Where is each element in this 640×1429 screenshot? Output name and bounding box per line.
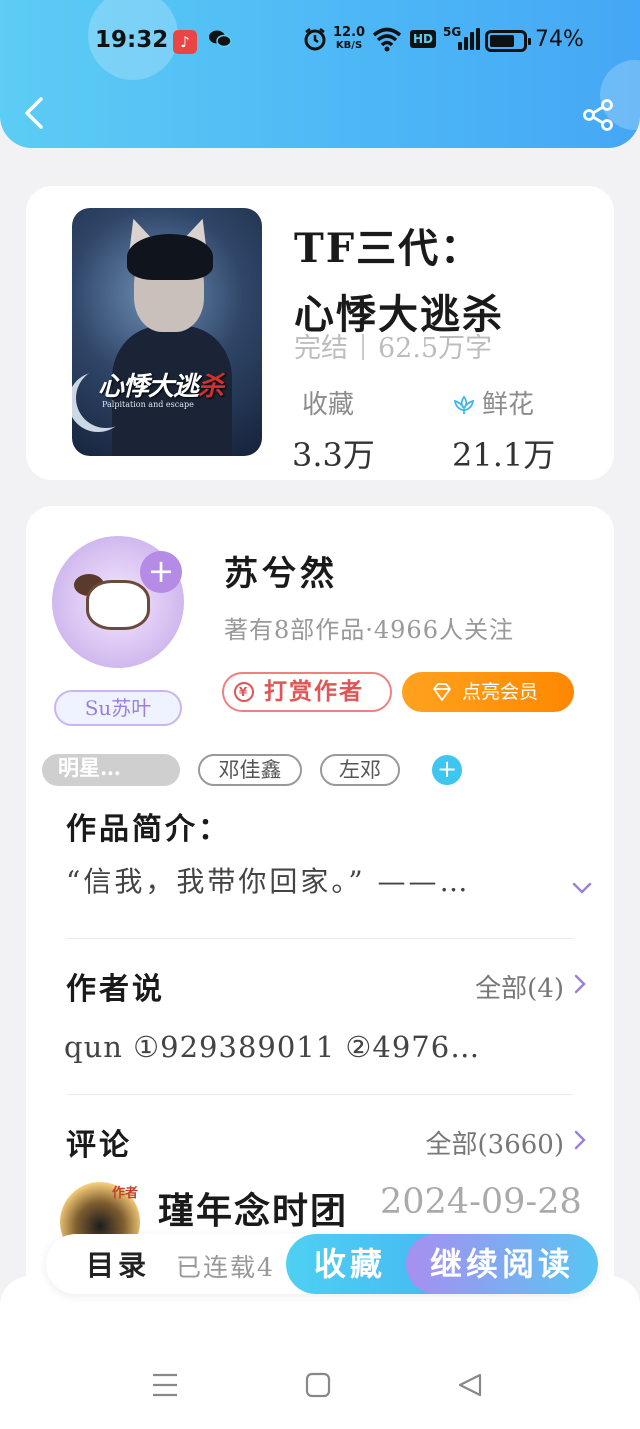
system-navigation-bar [0, 1276, 640, 1429]
favorites-count: 3.3万 [292, 436, 375, 474]
continue-reading-button[interactable]: 继续阅读 [406, 1234, 598, 1294]
flower-icon [453, 395, 475, 414]
divider [66, 938, 574, 939]
net-speed-value: 12.0 [333, 25, 366, 40]
author-info: 著有8部作品·4966人关注 [224, 616, 514, 644]
chevron-right-icon[interactable] [570, 1130, 590, 1150]
add-tag-button[interactable]: + [432, 755, 462, 785]
battery-percent: 74% [535, 27, 584, 52]
net-speed-unit: KB/S [335, 40, 363, 51]
follow-plus-icon[interactable]: + [140, 551, 182, 593]
author-badge: 作者 [112, 1186, 139, 1201]
intro-heading: 作品简介： [66, 812, 231, 847]
serial-status: 已连载4 [176, 1253, 275, 1282]
author-says-heading: 作者说 [66, 972, 165, 1007]
comments-more-link[interactable]: 全部(3660) [426, 1124, 564, 1161]
signal-icon [458, 28, 480, 50]
header-bar: 19:32 ♪ 12.0 KB/S HD 5G 74% [0, 0, 640, 148]
favorites-label: 收藏 [302, 390, 355, 420]
avatar-tag: Su苏叶 [54, 690, 182, 726]
alarm-icon [303, 27, 327, 57]
home-square-icon[interactable] [305, 1372, 331, 1398]
battery-fill [490, 35, 514, 47]
chevron-left-icon[interactable] [22, 96, 46, 130]
divider [362, 334, 364, 360]
share-icon[interactable] [582, 98, 616, 132]
battery-icon [485, 30, 531, 52]
back-triangle-icon[interactable] [457, 1372, 483, 1398]
flowers-count: 21.1万 [452, 436, 556, 474]
cover-decor [127, 234, 213, 280]
author-says-more-link[interactable]: 全部(4) [475, 968, 564, 1005]
tag-item[interactable]: 左邓 [320, 754, 400, 786]
comment-date: 2024-09-28 [380, 1182, 582, 1222]
author-name[interactable]: 苏兮然 [224, 546, 338, 595]
tag-item[interactable]: 邓佳鑫 [198, 754, 302, 786]
comment-username[interactable]: 瑾年念时团 [158, 1182, 348, 1234]
tag-item[interactable]: 明星… [42, 754, 180, 786]
tip-author-label: 打赏作者 [264, 678, 364, 705]
yen-icon: ¥ [234, 682, 254, 702]
cover-subtitle: Palpitation and escape [102, 400, 194, 409]
vip-button[interactable]: 点亮会员 [402, 672, 574, 712]
book-meta: 完结 62.5万字 [294, 326, 492, 365]
menu-icon[interactable] [152, 1372, 178, 1398]
book-cover[interactable]: 心悸大逃杀 Palpitation and escape [72, 208, 262, 456]
status-time: 19:32 [95, 27, 169, 53]
wifi-icon [372, 26, 402, 58]
hd-badge: HD [410, 30, 437, 48]
avatar-decor [86, 580, 150, 630]
word-count: 62.5万字 [378, 333, 493, 364]
bottom-action-bar: 目录 已连载4 收藏 继续阅读 [46, 1234, 598, 1294]
comments-heading: 评论 [66, 1128, 132, 1163]
cover-title-accent: 杀 [198, 372, 224, 402]
net-speed: 12.0 KB/S [333, 26, 365, 52]
vip-label: 点亮会员 [462, 681, 539, 703]
divider [66, 1094, 574, 1095]
cover-title: 心悸大逃杀 [98, 366, 224, 403]
flowers-label-text: 鲜花 [482, 390, 535, 420]
music-app-icon: ♪ [173, 30, 197, 54]
book-info-card: 心悸大逃杀 Palpitation and escape TF三代： 心悸大逃杀… [26, 186, 614, 480]
book-title-line1: TF三代： [294, 225, 483, 272]
wechat-icon [208, 29, 232, 54]
tip-author-button[interactable]: ¥ 打赏作者 [222, 672, 392, 712]
status-bar: 19:32 ♪ 12.0 KB/S HD 5G 74% [0, 22, 640, 62]
intro-text[interactable]: “信我，我带你回家。” ——… [66, 860, 526, 904]
chevron-down-icon[interactable] [572, 878, 592, 898]
cover-title-main: 心悸大逃 [98, 372, 199, 402]
book-status: 完结 [294, 333, 348, 364]
author-says-text: qun ①929389011 ②4976… [64, 1030, 481, 1064]
chevron-right-icon[interactable] [570, 974, 590, 994]
diamond-icon [433, 683, 451, 701]
toc-button[interactable]: 目录 [86, 1244, 150, 1284]
flowers-label: 鲜花 [452, 384, 534, 421]
